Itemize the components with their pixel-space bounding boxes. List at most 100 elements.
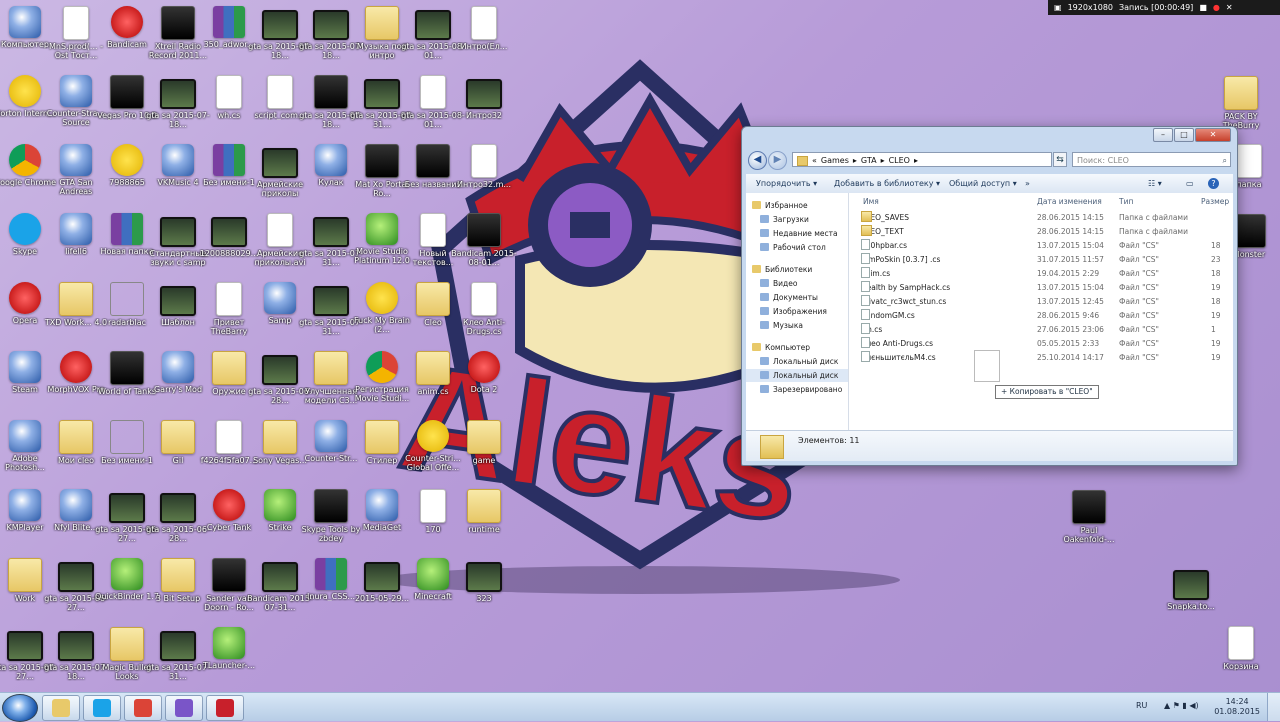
column-header-date[interactable]: Дата изменения — [1037, 195, 1102, 208]
nav-item[interactable]: Компьютер — [746, 341, 848, 354]
file-row[interactable]: Клео Anti-Drugs.cs 05.05.2015 2:33 Файл "C… — [849, 337, 1233, 351]
file-name-cell: 160hpbar.cs — [861, 239, 907, 253]
file-icon — [267, 213, 293, 247]
column-header-size[interactable]: Размер — [1201, 195, 1229, 208]
nav-item[interactable]: Документы — [746, 291, 848, 304]
file-icon — [1236, 144, 1262, 178]
desktop-icon[interactable]: 323 — [451, 554, 517, 620]
file-name-cell: anim.cs — [861, 267, 890, 281]
desktop-icon-label: Bandicam 2015-08-01... — [451, 249, 517, 267]
column-header-type[interactable]: Тип — [1119, 195, 1133, 208]
desktop-icon[interactable]: Snapka.to... — [1158, 562, 1224, 628]
preview-pane-icon[interactable]: ▭ — [1186, 174, 1194, 193]
nav-item[interactable]: Рабочий стол — [746, 241, 848, 254]
video-icon — [313, 286, 349, 316]
file-row[interactable]: wh.cs 27.06.2015 23:06 Файл "CS" 1 — [849, 323, 1233, 337]
taskbar-button-explorer[interactable] — [42, 695, 80, 721]
close-button[interactable]: ✕ — [1195, 128, 1231, 142]
file-icon — [861, 281, 870, 292]
file-row[interactable]: 160hpbar.cs 13.07.2015 15:04 Файл "CS" 18 — [849, 239, 1233, 253]
file-row[interactable]: AimPoSkin [0.3.7] .cs 31.07.2015 11:57 Фай… — [849, 253, 1233, 267]
refresh-button[interactable]: ⇆ — [1053, 152, 1067, 167]
skype-icon — [314, 489, 348, 523]
desktop-icon[interactable]: Dota 2 — [451, 347, 517, 413]
start-button[interactable] — [2, 694, 38, 722]
app-icon — [213, 489, 245, 521]
desktop-icon[interactable]: Интро32 — [451, 71, 517, 137]
share-button[interactable]: Общий доступ ▾ — [949, 174, 1017, 193]
desktop-icon[interactable]: Bandicam 2015-08-01... — [451, 209, 517, 275]
file-row[interactable]: CLEO_TEXT 28.06.2015 14:15 Папка с файлами — [849, 225, 1233, 239]
recorder-overlay-bar: ▣ 1920x1080 Запись [00:00:49] ■ ● ✕ — [1048, 0, 1280, 15]
video-icon — [466, 79, 502, 109]
close-icon[interactable]: ✕ — [1226, 0, 1233, 15]
steam-icon — [9, 351, 41, 383]
nav-item[interactable]: Локальный диск — [746, 369, 848, 382]
nav-item[interactable]: Изображения — [746, 305, 848, 318]
help-icon[interactable]: ? — [1208, 178, 1219, 189]
breadcrumb-gta[interactable]: GTA — [861, 153, 877, 166]
folder-icon — [212, 351, 246, 385]
nav-item[interactable]: Загрузки — [746, 213, 848, 226]
nav-item-label: Изображения — [773, 307, 827, 316]
taskbar-button-skype[interactable] — [83, 695, 121, 721]
nav-item[interactable]: Библиотеки — [746, 263, 848, 276]
breadcrumb-games[interactable]: Games — [821, 153, 849, 166]
folder-icon — [365, 420, 399, 454]
nav-item[interactable]: Музыка — [746, 319, 848, 332]
breadcrumb-cleo[interactable]: CLEO — [889, 153, 910, 166]
view-options-icon[interactable]: ☷ ▾ — [1148, 174, 1162, 193]
file-row[interactable]: умєньшитєльM4.cs 25.10.2014 14:17 Файл "CS… — [849, 351, 1233, 365]
archive-icon — [213, 6, 245, 38]
address-bar[interactable]: « Games ▸ GTA ▸ CLEO ▸ — [792, 152, 1052, 167]
search-input[interactable]: Поиск: CLEO ⌕ — [1072, 152, 1231, 167]
desktop-icon[interactable]: Интро(Ел... — [451, 2, 517, 68]
back-button[interactable]: ◀ — [748, 151, 767, 170]
taskbar-button-bandicam[interactable] — [206, 695, 244, 721]
nav-item[interactable]: Недавние места — [746, 227, 848, 240]
desktop-icon-label: Клео Anti-Drugs.cs — [463, 318, 505, 336]
desktop-icon[interactable]: Клео Anti-Drugs.cs — [451, 278, 517, 344]
clock[interactable]: 14:24 01.08.2015 — [1214, 697, 1260, 717]
nav-item[interactable]: Локальный диск — [746, 355, 848, 368]
file-date: 27.06.2015 23:06 — [1037, 325, 1104, 334]
file-row[interactable]: anim.cs 19.04.2015 2:29 Файл "CS" 18 — [849, 267, 1233, 281]
maximize-button[interactable]: □ — [1174, 128, 1194, 142]
show-desktop-button[interactable] — [1267, 693, 1280, 721]
desktop-icon[interactable]: runtime — [451, 485, 517, 551]
taskbar-button-chrome[interactable] — [124, 695, 162, 721]
more-button[interactable]: » — [1025, 174, 1030, 193]
desktop-icon[interactable]: Paul Oakenfold-... — [1056, 486, 1122, 552]
smiley-icon — [111, 144, 143, 176]
folder-icon — [467, 420, 501, 454]
archive-icon — [111, 213, 143, 245]
add-to-library-button[interactable]: Добавить в библиотеку ▾ — [834, 174, 940, 193]
camera-icon[interactable]: ■ — [1199, 0, 1207, 15]
file-row[interactable]: CLEO_SAVES 28.06.2015 14:15 Папка с файлам… — [849, 211, 1233, 225]
folder-icon — [161, 420, 195, 454]
organize-button[interactable]: Упорядочить ▾ — [756, 174, 817, 193]
file-row[interactable]: privatc_rc3wct_stun.cs 13.07.2015 12:45 Фа… — [849, 295, 1233, 309]
desktop-icon[interactable]: game — [451, 416, 517, 482]
nav-item[interactable]: Избранное — [746, 199, 848, 212]
desktop-icon[interactable]: Интро32.m... — [451, 140, 517, 206]
video-icon — [364, 562, 400, 592]
dota-icon — [468, 351, 500, 383]
taskbar-button-kmplayer[interactable] — [165, 695, 203, 721]
file-row[interactable]: RandomGM.cs 28.06.2015 9:46 Файл "CS" 19 — [849, 309, 1233, 323]
column-header-name[interactable]: Имя — [863, 195, 879, 208]
minimize-button[interactable]: – — [1153, 128, 1173, 142]
desktop-icon[interactable]: Корзина — [1208, 622, 1274, 688]
file-row[interactable]: Health by SampHack.cs 13.07.2015 15:04 Фай… — [849, 281, 1233, 295]
video-icon — [262, 355, 298, 385]
nav-item[interactable]: Зарезервировано — [746, 383, 848, 396]
file-type: Файл "CS" — [1119, 297, 1160, 306]
forward-button[interactable]: ▶ — [768, 151, 787, 170]
tray-icons[interactable]: ▲ ⚑ ▮ ◀) — [1164, 701, 1199, 710]
breadcrumb-chevron: « — [812, 156, 817, 165]
nav-item[interactable]: Видео — [746, 277, 848, 290]
record-icon[interactable]: ● — [1213, 0, 1220, 15]
desktop-icon[interactable]: TLauncher-... — [196, 623, 262, 689]
app-icon — [264, 489, 296, 521]
language-indicator[interactable]: RU — [1136, 701, 1147, 710]
